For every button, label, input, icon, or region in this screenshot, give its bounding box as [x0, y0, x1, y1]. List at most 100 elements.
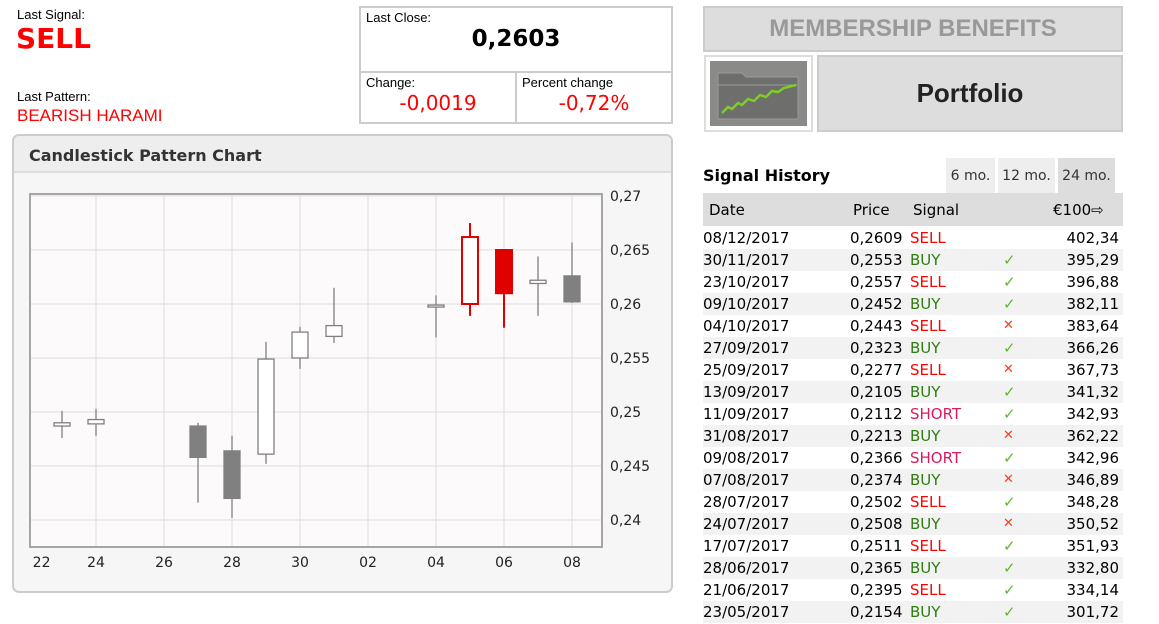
- table-row: 27/09/2017 0,2323 BUY ✓ 366,26: [703, 337, 1123, 359]
- row-price: 0,2112: [850, 405, 903, 423]
- y-tick-label: 0,255: [610, 351, 650, 367]
- table-row: 24/07/2017 0,2508 BUY ✕ 350,52: [703, 513, 1123, 535]
- row-value: 382,11: [1066, 295, 1120, 313]
- row-value: 402,34: [1066, 229, 1120, 247]
- y-tick-label: 0,24: [610, 513, 641, 529]
- y-tick-label: 0,245: [610, 459, 650, 475]
- table-row: 07/08/2017 0,2374 BUY ✕ 346,89: [703, 469, 1123, 491]
- row-signal: SELL: [910, 273, 946, 291]
- check-icon: ✓: [1003, 339, 1016, 357]
- tab-12-months[interactable]: 12 mo.: [998, 158, 1055, 194]
- candle-body: [427, 304, 445, 308]
- cross-icon: ✕: [1003, 362, 1014, 377]
- candle-body: [563, 275, 581, 303]
- row-price: 0,2365: [850, 559, 903, 577]
- row-value: 350,52: [1066, 515, 1120, 533]
- header-value: €100⇨: [1053, 201, 1104, 219]
- row-value: 396,88: [1066, 273, 1120, 291]
- table-row: 31/08/2017 0,2213 BUY ✕ 362,22: [703, 425, 1123, 447]
- row-value: 342,96: [1066, 449, 1120, 467]
- row-value: 332,80: [1066, 559, 1120, 577]
- table-row: 23/05/2017 0,2154 BUY ✓ 301,72: [703, 601, 1123, 623]
- row-price: 0,2443: [850, 317, 903, 335]
- row-value: 301,72: [1066, 603, 1120, 621]
- table-row: 11/09/2017 0,2112 SHORT ✓ 342,93: [703, 403, 1123, 425]
- row-date: 24/07/2017: [703, 515, 790, 533]
- x-tick-label: 22: [33, 555, 51, 571]
- tab-6-months[interactable]: 6 mo.: [946, 158, 995, 194]
- row-value: 346,89: [1066, 471, 1120, 489]
- table-row: 17/07/2017 0,2511 SELL ✓ 351,93: [703, 535, 1123, 557]
- row-signal: SHORT: [910, 405, 962, 423]
- row-signal: BUY: [910, 383, 941, 401]
- row-date: 30/11/2017: [703, 251, 790, 269]
- row-signal: BUY: [910, 559, 941, 577]
- table-row: 04/10/2017 0,2443 SELL ✕ 383,64: [703, 315, 1123, 337]
- candle-body: [495, 249, 513, 295]
- check-icon: ✓: [1003, 559, 1016, 577]
- row-value: 341,32: [1066, 383, 1120, 401]
- row-value: 366,26: [1066, 339, 1120, 357]
- row-price: 0,2557: [850, 273, 903, 291]
- candle-body: [529, 279, 547, 285]
- row-value: 367,73: [1066, 361, 1120, 379]
- check-icon: ✓: [1003, 251, 1016, 269]
- candle-body: [223, 450, 241, 500]
- check-icon: ✓: [1003, 603, 1016, 621]
- row-date: 08/12/2017: [703, 229, 790, 247]
- y-tick-label: 0,25: [610, 405, 641, 421]
- table-row: 08/12/2017 0,2609 SELL 402,34: [703, 227, 1123, 249]
- row-price: 0,2105: [850, 383, 903, 401]
- tab-24-months[interactable]: 24 mo.: [1058, 158, 1115, 194]
- row-date: 28/06/2017: [703, 559, 790, 577]
- row-value: 342,93: [1066, 405, 1120, 423]
- row-price: 0,2213: [850, 427, 903, 445]
- portfolio-button[interactable]: Portfolio: [817, 55, 1123, 132]
- row-signal: BUY: [910, 339, 941, 357]
- candle-body: [291, 331, 309, 359]
- row-signal: SELL: [910, 493, 946, 511]
- row-value: 348,28: [1066, 493, 1120, 511]
- row-date: 11/09/2017: [703, 405, 790, 423]
- row-signal: BUY: [910, 295, 941, 313]
- candle-body: [325, 324, 343, 338]
- row-price: 0,2452: [850, 295, 903, 313]
- table-row: 30/11/2017 0,2553 BUY ✓ 395,29: [703, 249, 1123, 271]
- table-row: 21/06/2017 0,2395 SELL ✓ 334,14: [703, 579, 1123, 601]
- row-value: 351,93: [1066, 537, 1120, 555]
- row-price: 0,2154: [850, 603, 903, 621]
- row-value: 383,64: [1066, 317, 1120, 335]
- table-row: 09/10/2017 0,2452 BUY ✓ 382,11: [703, 293, 1123, 315]
- row-signal: SELL: [910, 361, 946, 379]
- table-row: 28/07/2017 0,2502 SELL ✓ 348,28: [703, 491, 1123, 513]
- cross-icon: ✕: [1003, 428, 1014, 443]
- table-row: 28/06/2017 0,2365 BUY ✓ 332,80: [703, 557, 1123, 579]
- x-tick-label: 26: [155, 555, 173, 571]
- row-date: 23/05/2017: [703, 603, 790, 621]
- table-header: Date Price Signal €100⇨: [703, 193, 1123, 226]
- row-signal: SHORT: [910, 449, 962, 467]
- row-date: 27/09/2017: [703, 339, 790, 357]
- membership-benefits-button[interactable]: MEMBERSHIP BENEFITS: [703, 6, 1123, 52]
- portfolio-folder-icon[interactable]: [704, 55, 813, 132]
- row-price: 0,2277: [850, 361, 903, 379]
- check-icon: ✓: [1003, 383, 1016, 401]
- candle-body: [87, 418, 105, 425]
- header-price: Price: [853, 201, 890, 219]
- row-value: 362,22: [1066, 427, 1120, 445]
- row-signal: BUY: [910, 427, 941, 445]
- row-signal: BUY: [910, 471, 941, 489]
- candle-body: [461, 236, 479, 305]
- check-icon: ✓: [1003, 449, 1016, 467]
- cross-icon: ✕: [1003, 472, 1014, 487]
- row-value: 334,14: [1066, 581, 1120, 599]
- header-signal: Signal: [913, 201, 960, 219]
- row-price: 0,2395: [850, 581, 903, 599]
- row-date: 21/06/2017: [703, 581, 790, 599]
- row-price: 0,2609: [850, 229, 903, 247]
- row-signal: SELL: [910, 229, 946, 247]
- row-date: 17/07/2017: [703, 537, 790, 555]
- check-icon: ✓: [1003, 581, 1016, 599]
- table-row: 23/10/2017 0,2557 SELL ✓ 396,88: [703, 271, 1123, 293]
- row-date: 31/08/2017: [703, 427, 790, 445]
